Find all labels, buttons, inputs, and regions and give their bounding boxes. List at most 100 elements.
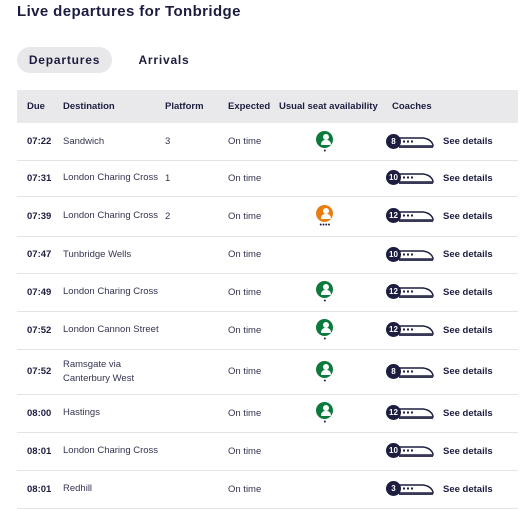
train-coach-icon: 12 <box>386 405 434 421</box>
seat-availability: • <box>313 273 337 311</box>
destination: Tunbridge Wells <box>63 248 132 260</box>
train-coach-icon: 10 <box>386 170 434 186</box>
train-coach-icon: 10 <box>386 246 434 263</box>
expected-status: On time <box>228 286 262 298</box>
due-time: 08:00 <box>27 407 52 419</box>
coach-count-badge: 12 <box>386 405 401 420</box>
table-row: 07:22 Sandwich 3 On time • 8 See details <box>17 123 518 161</box>
train-icon <box>398 249 434 261</box>
expected-status: On time <box>228 366 262 377</box>
train-icon <box>398 366 434 378</box>
coach-count-badge: 12 <box>386 284 401 299</box>
coach-count-badge: 10 <box>386 443 401 458</box>
seat-level-dots: • <box>323 377 327 385</box>
due-time: 07:52 <box>27 324 52 336</box>
header-coaches: Coaches <box>392 101 432 112</box>
coaches: 10 <box>386 432 434 470</box>
seat-availability-icon: • <box>315 281 335 305</box>
seat-availability: • <box>313 394 337 432</box>
platform: 2 <box>165 210 171 222</box>
see-details-link[interactable]: See details <box>443 311 493 349</box>
see-details-link[interactable]: See details <box>443 470 493 508</box>
coaches: 3 <box>386 470 434 508</box>
coaches: 10 <box>386 236 434 273</box>
train-coach-icon: 12 <box>386 284 434 300</box>
tab-departures[interactable]: Departures <box>17 47 112 73</box>
expected-status: On time <box>228 249 262 260</box>
coach-count-badge: 12 <box>386 322 401 337</box>
see-details-link[interactable]: See details <box>443 273 493 311</box>
destination: Sandwich <box>63 135 105 147</box>
train-coach-icon: 8 <box>386 363 434 380</box>
seat-level-dots: • <box>323 419 327 426</box>
coaches: 12 <box>386 196 434 236</box>
platform: 3 <box>165 136 171 147</box>
seat-person-icon <box>316 281 333 298</box>
due-time: 07:52 <box>27 366 52 377</box>
seat-availability <box>313 160 337 196</box>
see-details-link[interactable]: See details <box>443 349 493 394</box>
table-row: 07:49 London Charing Cross On time • 12 See d… <box>17 273 518 312</box>
table-header: Due Destination Platform Expected Usual … <box>17 90 518 123</box>
table-row: 08:00 Hastings On time • 12 See details <box>17 394 518 433</box>
see-details-link[interactable]: See details <box>443 123 493 160</box>
train-icon <box>398 173 434 184</box>
train-icon <box>398 484 434 495</box>
coach-count-badge: 10 <box>386 246 401 262</box>
tab-arrivals[interactable]: Arrivals <box>126 47 202 73</box>
due-time: 07:47 <box>27 249 52 260</box>
due-time: 08:01 <box>27 483 52 495</box>
page-title: Live departures for Tonbridge <box>17 3 241 20</box>
seat-availability-icon: •••• <box>315 205 335 229</box>
see-details-link[interactable]: See details <box>443 160 493 196</box>
seat-person-icon <box>316 130 333 148</box>
seat-level-dots: • <box>323 147 327 155</box>
coaches: 10 <box>386 160 434 196</box>
header-due: Due <box>27 101 45 112</box>
destination: London Cannon Street <box>63 324 159 335</box>
header-expected: Expected <box>228 101 271 112</box>
see-details-link[interactable]: See details <box>443 236 493 273</box>
coach-count-badge: 3 <box>386 481 401 496</box>
coaches: 8 <box>386 349 434 394</box>
expected-status: On time <box>228 445 262 457</box>
train-icon <box>398 287 434 298</box>
seat-availability: • <box>313 311 337 349</box>
header-platform: Platform <box>165 101 204 112</box>
due-time: 07:22 <box>27 136 52 147</box>
table-row: 07:39 London Charing Cross 2 On time •••• 12 S… <box>17 196 518 237</box>
table-row: 08:01 London Charing Cross On time 10 See de… <box>17 432 518 471</box>
seat-availability <box>313 236 337 273</box>
coach-count-badge: 8 <box>386 133 401 149</box>
train-icon <box>398 408 434 419</box>
destination: Hastings <box>63 407 100 418</box>
train-coach-icon: 12 <box>386 208 434 224</box>
train-icon <box>398 325 434 336</box>
seat-availability: •••• <box>313 196 337 236</box>
seat-person-icon <box>316 319 333 336</box>
expected-status: On time <box>228 172 262 184</box>
due-time: 08:01 <box>27 445 52 457</box>
seat-availability: • <box>313 349 337 394</box>
destination: Ramsgate via Canterbury West <box>63 358 135 384</box>
train-coach-icon: 12 <box>386 322 434 338</box>
seat-availability-icon: • <box>315 402 335 426</box>
coach-count-badge: 12 <box>386 208 401 223</box>
seat-person-icon <box>316 360 333 378</box>
coach-count-badge: 10 <box>386 170 401 185</box>
due-time: 07:49 <box>27 286 52 298</box>
seat-level-dots: • <box>323 298 327 305</box>
destination: Redhill <box>63 483 93 494</box>
expected-status: On time <box>228 136 262 147</box>
destination: London Charing Cross <box>63 445 159 456</box>
train-icon <box>398 211 434 222</box>
table-row: 08:01 Redhill On time 3 See details <box>17 470 518 509</box>
seat-availability-icon: • <box>315 130 335 155</box>
table-row: 07:31 London Charing Cross 1 On time 10 See d… <box>17 160 518 197</box>
train-coach-icon: 8 <box>386 133 434 150</box>
see-details-link[interactable]: See details <box>443 394 493 432</box>
seat-person-icon <box>316 205 333 222</box>
see-details-link[interactable]: See details <box>443 196 493 236</box>
see-details-link[interactable]: See details <box>443 432 493 470</box>
destination: London Charing Cross <box>63 286 159 297</box>
